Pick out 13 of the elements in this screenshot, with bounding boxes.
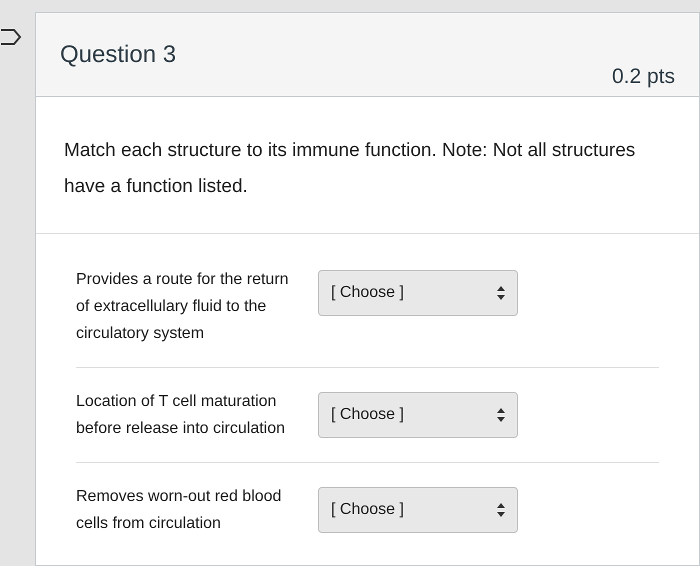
match-prompt: Removes worn-out red blood cells from circulation bbox=[76, 487, 282, 534]
match-prompt: Provides a route for the return of extracellulary fluid to the circulatory system bbox=[76, 270, 290, 344]
question-prompt: Match each structure to its immune function. Note: Not all structures have a function listed. bbox=[64, 139, 636, 199]
bookmark-icon[interactable] bbox=[0, 28, 22, 46]
dropdown-arrows-icon bbox=[497, 503, 505, 517]
points-label: 0.2 pts bbox=[612, 64, 675, 90]
match-prompt: Location of T cell maturation before release into circulation bbox=[76, 392, 286, 439]
answer-dropdown[interactable]: [ Choose ] bbox=[318, 270, 518, 316]
dropdown-arrows-icon bbox=[497, 286, 505, 300]
question-title: Question 3 bbox=[60, 40, 176, 70]
answer-dropdown[interactable]: [ Choose ] bbox=[318, 392, 518, 438]
dropdown-arrows-icon bbox=[497, 408, 505, 422]
answer-dropdown[interactable]: [ Choose ] bbox=[318, 487, 518, 533]
